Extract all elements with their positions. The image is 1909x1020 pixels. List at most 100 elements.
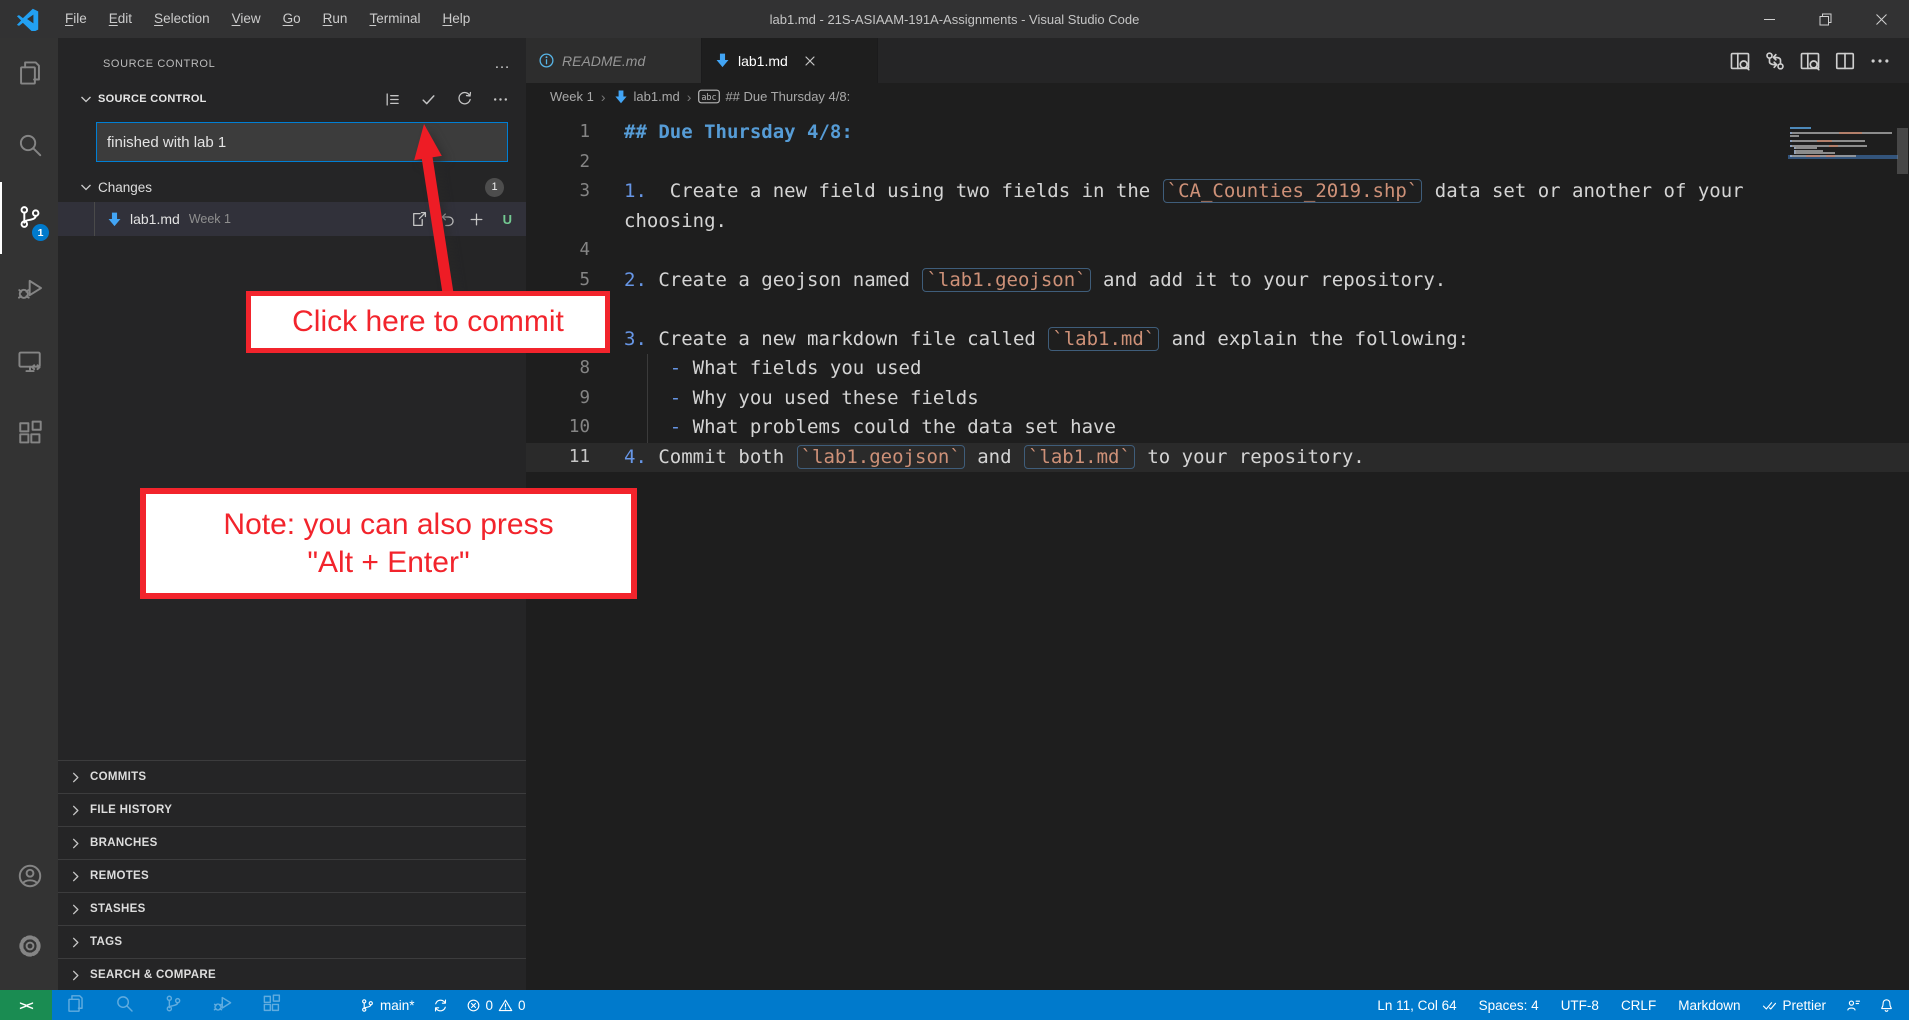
indentation-item[interactable]: Spaces: 4 xyxy=(1468,990,1550,1020)
view-as-list-button[interactable] xyxy=(379,87,405,111)
notifications-item[interactable] xyxy=(1870,990,1903,1020)
section-tags[interactable]: TAGS xyxy=(58,925,526,958)
split-editor-icon[interactable] xyxy=(1834,50,1856,72)
activity-search[interactable] xyxy=(0,110,58,182)
section-commits[interactable]: COMMITS xyxy=(58,760,526,793)
line-content: choosing. xyxy=(590,207,727,237)
line-content: - Why you used these fields xyxy=(590,384,979,414)
restore-button[interactable] xyxy=(1797,0,1853,38)
code-token: What problems could the data set have xyxy=(681,416,1116,438)
editor-line-6[interactable]: 6 xyxy=(526,295,1909,325)
editor-line-wrap[interactable]: choosing. xyxy=(526,207,1909,237)
chevron-down-icon xyxy=(78,91,94,107)
editor-content[interactable]: 1## Due Thursday 4/8:231. Create a new f… xyxy=(526,110,1909,990)
remote-indicator[interactable]: >< xyxy=(0,990,52,1020)
chevron-right-icon xyxy=(68,968,83,983)
breadcrumb-item[interactable]: abc## Due Thursday 4/8: xyxy=(698,89,850,104)
more-actions-icon[interactable] xyxy=(1869,50,1891,72)
menu-go[interactable]: Go xyxy=(272,0,312,38)
section-file-history[interactable]: FILE HISTORY xyxy=(58,793,526,826)
editor-line-2[interactable]: 2 xyxy=(526,148,1909,178)
activity-bar-bottom xyxy=(0,842,58,982)
open-preview-side-icon[interactable] xyxy=(1799,50,1821,72)
vscode-logo-icon xyxy=(16,7,40,31)
minimap[interactable] xyxy=(1790,127,1896,157)
commit-message-input[interactable] xyxy=(96,122,508,162)
chevron-right-icon xyxy=(68,869,83,884)
formatter-item[interactable]: Prettier xyxy=(1751,990,1837,1020)
code-token: data set or another of your xyxy=(1423,180,1743,202)
branch-status-item[interactable]: main* xyxy=(351,990,424,1020)
stage-plus-icon[interactable] xyxy=(468,211,485,228)
minimize-button[interactable] xyxy=(1741,0,1797,38)
menu-help[interactable]: Help xyxy=(431,0,481,38)
section-label: REMOTES xyxy=(90,870,149,882)
section-search-compare[interactable]: SEARCH & COMPARE xyxy=(58,958,526,991)
editor-line-10[interactable]: 10 - What problems could the data set ha… xyxy=(526,413,1909,443)
changed-file-row[interactable]: lab1.mdWeek 1U xyxy=(58,202,526,236)
tab-lab1.md[interactable]: lab1.md xyxy=(702,38,878,83)
editor-line-11[interactable]: 114. Commit both `lab1.geojson` and `lab… xyxy=(526,443,1909,473)
commit-check-button[interactable] xyxy=(415,87,441,111)
cursor-position-item[interactable]: Ln 11, Col 64 xyxy=(1366,990,1467,1020)
breadcrumb-item[interactable]: Week 1 xyxy=(550,89,594,104)
activity-files[interactable] xyxy=(0,38,58,110)
line-content: 1. Create a new field using two fields i… xyxy=(590,177,1744,207)
editor-line-8[interactable]: 8 - What fields you used xyxy=(526,354,1909,384)
section-label: SEARCH & COMPARE xyxy=(90,969,216,981)
menu-terminal[interactable]: Terminal xyxy=(358,0,431,38)
editor-line-4[interactable]: 4 xyxy=(526,236,1909,266)
editor-line-7[interactable]: 73. Create a new markdown file called `l… xyxy=(526,325,1909,355)
open-file-icon[interactable] xyxy=(410,211,427,228)
code-token: and add it to your repository. xyxy=(1092,269,1447,291)
breadcrumb-item[interactable]: lab1.md xyxy=(613,89,680,105)
more-actions-button[interactable] xyxy=(487,87,513,111)
editor-line-3[interactable]: 31. Create a new field using two fields … xyxy=(526,177,1909,207)
refresh-button[interactable] xyxy=(451,87,477,111)
changes-label: Changes xyxy=(98,180,152,195)
cursor-position: Ln 11, Col 64 xyxy=(1377,998,1456,1013)
activity-bar-top: 1 xyxy=(0,38,58,470)
section-stashes[interactable]: STASHES xyxy=(58,892,526,925)
close-window-button[interactable] xyxy=(1853,0,1909,38)
breadcrumb-label: Week 1 xyxy=(550,89,594,104)
activity-run-debug[interactable] xyxy=(0,254,58,326)
breadcrumb[interactable]: Week 1›lab1.md›abc## Due Thursday 4/8: xyxy=(526,83,1909,110)
menu-selection[interactable]: Selection xyxy=(143,0,221,38)
warning-icon xyxy=(498,998,513,1013)
tab-readme.md[interactable]: README.md xyxy=(526,38,702,83)
menu-view[interactable]: View xyxy=(221,0,272,38)
close-tab-icon[interactable] xyxy=(802,53,818,69)
editor-line-1[interactable]: 1## Due Thursday 4/8: xyxy=(526,118,1909,148)
activity-account[interactable] xyxy=(0,842,58,912)
open-preview-icon[interactable] xyxy=(1729,50,1751,72)
activity-source-control[interactable]: 1 xyxy=(0,182,58,254)
sync-status-item[interactable] xyxy=(424,990,457,1020)
encoding-item[interactable]: UTF-8 xyxy=(1550,990,1610,1020)
section-remotes[interactable]: REMOTES xyxy=(58,859,526,892)
menu-file[interactable]: File xyxy=(54,0,98,38)
activity-remote-explorer[interactable] xyxy=(0,326,58,398)
discard-icon[interactable] xyxy=(439,211,456,228)
changes-section-header[interactable]: Changes 1 xyxy=(58,172,526,202)
section-branches[interactable]: BRANCHES xyxy=(58,826,526,859)
gitlens-sections: COMMITS FILE HISTORY BRANCHES REMOTES STASHE… xyxy=(58,760,526,991)
menu-run[interactable]: Run xyxy=(312,0,359,38)
problems-status-item[interactable]: 0 0 xyxy=(457,990,535,1020)
feedback-item[interactable] xyxy=(1837,990,1870,1020)
activity-settings[interactable] xyxy=(0,912,58,982)
language-mode-item[interactable]: Markdown xyxy=(1667,990,1751,1020)
menu-edit[interactable]: Edit xyxy=(98,0,143,38)
source-control-section-header[interactable]: SOURCE CONTROL xyxy=(58,84,526,114)
panel-more-actions-icon[interactable]: … xyxy=(494,59,512,69)
code-token: Commit both xyxy=(647,446,796,468)
editor-line-9[interactable]: 9 - Why you used these fields xyxy=(526,384,1909,414)
activity-extensions[interactable] xyxy=(0,398,58,470)
editor-scrollbar[interactable] xyxy=(1896,110,1909,990)
editor-line-5[interactable]: 52. Create a geojson named `lab1.geojson… xyxy=(526,266,1909,296)
section-label: FILE HISTORY xyxy=(90,804,172,816)
compare-changes-icon[interactable] xyxy=(1764,50,1786,72)
code-token: Create a new markdown file called xyxy=(647,328,1047,350)
eol-item[interactable]: CRLF xyxy=(1610,990,1667,1020)
scrollbar-thumb[interactable] xyxy=(1897,128,1908,174)
